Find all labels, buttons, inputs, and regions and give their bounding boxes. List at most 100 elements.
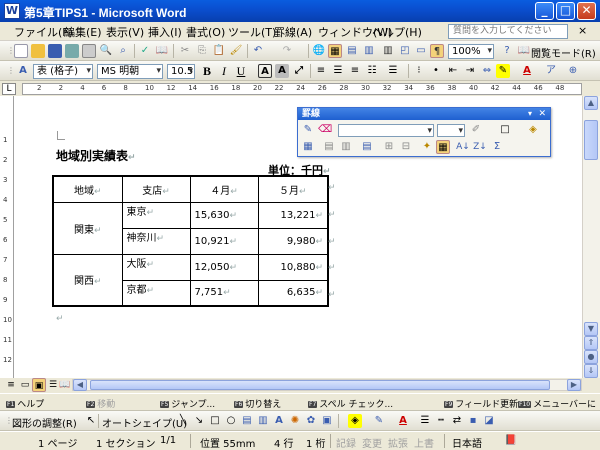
insert-table-icon[interactable]: ▦ — [301, 140, 315, 154]
insert-excel-icon[interactable]: ▥ — [362, 44, 376, 58]
sales-table[interactable]: 地域↵ 支店↵ ４月↵ ５月↵ 関東↵ 東京↵ 15,630↵ 13,221↵ … — [52, 175, 329, 307]
insert-table-icon[interactable]: ▤ — [345, 44, 359, 58]
save-icon[interactable] — [48, 44, 62, 58]
branch-cell[interactable]: 東京↵ — [121, 201, 191, 229]
fkey-f1[interactable]: F1 ヘルプ — [6, 397, 44, 410]
arrow-style-icon[interactable]: ⇄ — [450, 414, 464, 428]
reading-mode-icon[interactable]: 📖 — [517, 44, 531, 58]
vertical-textbox-icon[interactable]: ▥ — [256, 414, 270, 428]
fill-color-icon[interactable]: ◈ — [348, 414, 362, 428]
char-shading-icon[interactable]: A — [275, 64, 289, 78]
april-cell[interactable]: 15,630↵ — [189, 201, 259, 229]
line-weight-select[interactable] — [437, 124, 465, 137]
print-icon[interactable] — [82, 44, 96, 58]
select-objects-icon[interactable]: ↖ — [84, 414, 98, 428]
fkey-f7[interactable]: F7 スペル チェック... — [308, 397, 393, 410]
drawing-icon[interactable]: ◰ — [398, 44, 412, 58]
prev-page-icon[interactable]: ⇑ — [584, 336, 598, 350]
status-track-changes[interactable]: 変更 — [362, 435, 382, 450]
web-view-icon[interactable]: ▭ — [18, 378, 32, 392]
may-cell[interactable]: 9,980↵ — [257, 227, 329, 255]
numbering-icon[interactable]: ⁝ — [412, 64, 426, 78]
print-layout-icon[interactable]: ▣ — [32, 378, 46, 392]
panel-close-icon[interactable]: ✕ — [538, 108, 546, 120]
eraser-icon[interactable]: ⌫ — [318, 123, 332, 137]
italic-button[interactable]: I — [217, 64, 231, 78]
format-painter-icon[interactable]: 🖌 — [229, 44, 243, 58]
menu-edit[interactable]: 編集(E) — [64, 24, 102, 40]
distribute-icon[interactable]: ☷ — [365, 64, 379, 78]
shading-color-icon[interactable]: ◈ — [526, 123, 540, 137]
zoom-select[interactable]: 100% — [448, 44, 494, 59]
reading-mode-button[interactable]: 閲覧モード(R) — [531, 45, 596, 60]
decrease-indent-icon[interactable]: ⇤ — [446, 64, 460, 78]
close-button[interactable]: ✕ — [577, 2, 596, 20]
fkey-f6[interactable]: F6 切り替え — [234, 397, 281, 410]
border-color-icon[interactable]: ✐ — [469, 123, 483, 137]
enclose-char-icon[interactable]: ⊕ — [566, 64, 580, 78]
font-size-select[interactable]: 10.5 — [167, 64, 195, 79]
borders-panel-title[interactable]: 罫線 ▾ ✕ — [298, 108, 550, 120]
align-right-icon[interactable]: ≡ — [348, 64, 362, 78]
rectangle-icon[interactable]: □ — [208, 414, 222, 428]
scroll-right-icon[interactable]: ▶ — [567, 379, 581, 391]
outside-border-icon[interactable]: □ — [498, 123, 512, 137]
header-branch[interactable]: 支店↵ — [121, 175, 191, 203]
spelling-status-icon[interactable]: 📕 — [504, 434, 518, 448]
columns-icon[interactable]: ▥ — [381, 44, 395, 58]
next-page-icon[interactable]: ⇓ — [584, 364, 598, 378]
show-hide-icon[interactable]: ¶ — [430, 44, 444, 58]
help-search-input[interactable]: 質問を入力してください — [448, 24, 568, 39]
align-cell-icon[interactable]: ▤ — [360, 140, 374, 154]
horizontal-scroll-thumb[interactable] — [90, 380, 550, 390]
shadow-icon[interactable]: ▪ — [466, 414, 480, 428]
char-spacing-icon[interactable]: ⇔ — [480, 64, 494, 78]
align-center-icon[interactable]: ☰ — [331, 64, 345, 78]
menu-format[interactable]: 書式(O) — [186, 24, 225, 40]
autosum-icon[interactable]: Σ — [490, 140, 504, 154]
distribute-columns-icon[interactable]: ⊟ — [399, 140, 413, 154]
sort-ascending-icon[interactable]: A↓ — [456, 140, 470, 154]
menu-insert[interactable]: 挿入(I) — [148, 24, 182, 40]
header-may[interactable]: ５月↵ — [257, 175, 329, 203]
merge-cells-icon[interactable]: ▤ — [322, 140, 336, 154]
vertical-scroll-thumb[interactable] — [584, 120, 598, 160]
copy-icon[interactable]: ⎘ — [195, 44, 209, 58]
arrow-icon[interactable]: ↘ — [192, 414, 206, 428]
borders-toolbar-panel[interactable]: 罫線▾✕ ✎ ⌫ ✐ □ ◈ ▦ ▤ ▥ ▤ ⊞ ⊟ ✦ ▦ A↓ Z↓ Σ — [297, 107, 551, 157]
status-overtype[interactable]: 上書 — [414, 435, 434, 450]
undo-icon[interactable]: ↶ — [251, 44, 265, 58]
clipart-icon[interactable]: ✿ — [304, 414, 318, 428]
increase-indent-icon[interactable]: ⇥ — [463, 64, 477, 78]
research-icon[interactable]: ⌕ — [116, 44, 130, 58]
underline-button[interactable]: U — [234, 64, 248, 78]
new-document-icon[interactable] — [14, 44, 28, 58]
phonetic-guide-icon[interactable]: ア — [544, 64, 558, 78]
scroll-down-icon[interactable]: ▼ — [584, 322, 598, 336]
april-cell[interactable]: 10,921↵ — [189, 227, 259, 255]
spelling-icon[interactable]: ✓ — [138, 44, 152, 58]
line-style-select[interactable] — [338, 124, 434, 137]
browse-object-icon[interactable]: ● — [584, 350, 598, 364]
show-gridlines-icon[interactable]: ▦ — [436, 140, 450, 154]
dash-style-icon[interactable]: ┅ — [434, 414, 448, 428]
autoformat-icon[interactable]: ✦ — [420, 140, 434, 154]
oval-icon[interactable]: ○ — [224, 414, 238, 428]
fkey-f10[interactable]: F10 メニューバーに — [518, 397, 596, 410]
char-scale-icon[interactable]: ⤢ — [292, 64, 306, 78]
fkey-f9[interactable]: F9 フィールド更新 — [444, 397, 518, 410]
highlight-icon[interactable]: ✎ — [496, 64, 510, 78]
vertical-ruler[interactable]: 1 2 3 4 5 6 7 8 9 10 11 12 — [0, 96, 14, 378]
may-cell[interactable]: 6,635↵ — [257, 279, 329, 307]
paste-icon[interactable]: 📋 — [212, 44, 226, 58]
font-select[interactable]: MS 明朝 — [97, 64, 163, 79]
minimize-button[interactable]: _ — [535, 2, 554, 20]
tables-borders-icon[interactable]: ▦ — [328, 44, 342, 58]
line-spacing-icon[interactable]: ☰ — [386, 64, 400, 78]
document-title[interactable]: 地域別実績表↵ — [56, 147, 136, 164]
wordart-icon[interactable]: A — [272, 414, 286, 428]
doc-close-icon[interactable]: × — [578, 24, 587, 37]
split-cells-icon[interactable]: ▥ — [339, 140, 353, 154]
line-style-icon[interactable]: ☰ — [418, 414, 432, 428]
menu-tools[interactable]: ツール(T) — [228, 24, 276, 40]
